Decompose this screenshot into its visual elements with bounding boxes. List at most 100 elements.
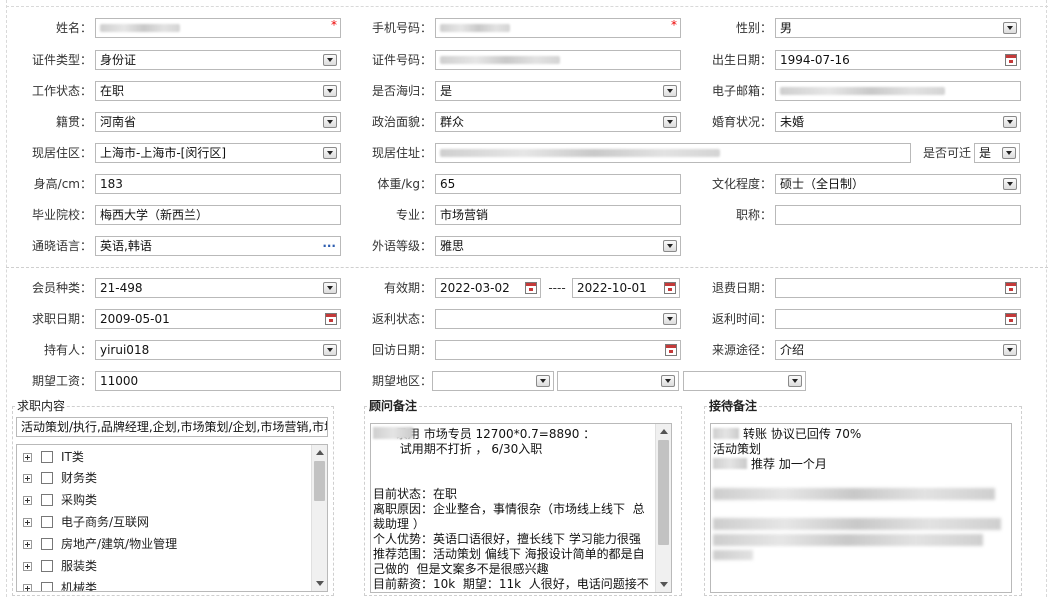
calendar-icon[interactable]: [1005, 54, 1017, 66]
email-field[interactable]: [775, 81, 1021, 101]
overseas-label: 是否海归：: [371, 84, 432, 98]
calendar-icon[interactable]: [664, 282, 676, 294]
chevron-down-icon[interactable]: [661, 375, 675, 387]
overseas-select[interactable]: 是: [435, 81, 681, 101]
calendar-icon[interactable]: [1005, 282, 1017, 294]
chevron-down-icon[interactable]: [663, 240, 677, 252]
source-select[interactable]: 介绍: [775, 340, 1021, 360]
height-field[interactable]: 183: [95, 174, 341, 194]
expand-icon[interactable]: [23, 584, 32, 591]
chevron-down-icon[interactable]: [323, 116, 337, 128]
chevron-down-icon[interactable]: [323, 344, 337, 356]
expand-icon[interactable]: [23, 562, 32, 571]
chevron-down-icon[interactable]: [1003, 178, 1017, 190]
political-select[interactable]: 群众: [435, 112, 681, 132]
expand-icon[interactable]: [23, 518, 32, 527]
id-number-field[interactable]: [435, 50, 681, 70]
id-type-select[interactable]: 身份证: [95, 50, 341, 70]
reception-line-1: 转账 协议已回传 70%: [743, 427, 862, 441]
scroll-down-icon[interactable]: [660, 582, 668, 587]
residence-area-select[interactable]: 上海市-上海市-[闵行区]: [95, 143, 341, 163]
job-content-summary[interactable]: 活动策划/执行,品牌经理,企划,市场策划/企划,市场营销,市场: [16, 417, 328, 437]
scroll-thumb[interactable]: [658, 440, 669, 545]
more-icon[interactable]: ···: [322, 237, 336, 255]
weight-field[interactable]: 65: [435, 174, 681, 194]
foreign-level-select[interactable]: 雅思: [435, 236, 681, 256]
political-label: 政治面貌：: [371, 115, 432, 129]
rebate-time-field[interactable]: [775, 309, 1021, 329]
expand-icon[interactable]: [23, 453, 32, 462]
residence-address-field[interactable]: [435, 143, 911, 163]
chevron-down-icon[interactable]: [1003, 344, 1017, 356]
name-field[interactable]: *: [95, 18, 341, 38]
consultant-notes-text: 录用 市场专员 12700*0.7=8890 ： 试用期不打折 ， 6/30入职…: [373, 427, 649, 591]
rebate-status-select[interactable]: [435, 309, 681, 329]
valid-period-label: 有效期：: [383, 281, 432, 295]
valid-to-field[interactable]: 2022-10-01: [572, 278, 680, 298]
checkbox[interactable]: [41, 560, 53, 572]
chevron-down-icon[interactable]: [323, 85, 337, 97]
chevron-down-icon[interactable]: [663, 116, 677, 128]
job-date-field[interactable]: 2009-05-01: [95, 309, 341, 329]
scroll-down-icon[interactable]: [316, 581, 324, 586]
job-category-tree[interactable]: IT类 财务类 采购类 电子商务/互联网 房地产/建筑/物业管理 服装类 机械类: [16, 444, 328, 592]
checkbox[interactable]: [41, 494, 53, 506]
region-district-select[interactable]: [683, 371, 806, 391]
region-province-select[interactable]: [432, 371, 554, 391]
gender-select[interactable]: 男: [775, 18, 1021, 38]
valid-from-field[interactable]: 2022-03-02: [435, 278, 541, 298]
chevron-down-icon[interactable]: [536, 375, 550, 387]
calendar-icon[interactable]: [665, 344, 677, 356]
expand-icon[interactable]: [23, 540, 32, 549]
checkbox[interactable]: [41, 472, 53, 484]
school-field[interactable]: 梅西大学（新西兰）: [95, 205, 341, 225]
scroll-thumb[interactable]: [314, 461, 325, 501]
foreign-level-label: 外语等级：: [371, 239, 432, 253]
native-place-select[interactable]: 河南省: [95, 112, 341, 132]
visit-date-field[interactable]: [435, 340, 681, 360]
chevron-down-icon[interactable]: [788, 375, 802, 387]
job-title-field[interactable]: [775, 205, 1021, 225]
birth-date-field[interactable]: 1994-07-16: [775, 50, 1021, 70]
chevron-down-icon[interactable]: [323, 147, 337, 159]
expand-icon[interactable]: [23, 474, 32, 483]
calendar-icon[interactable]: [325, 313, 337, 325]
relocate-select[interactable]: 是: [974, 143, 1020, 163]
salary-field[interactable]: 11000: [95, 371, 341, 391]
education-select[interactable]: 硕士（全日制）: [775, 174, 1021, 194]
chevron-down-icon[interactable]: [323, 54, 337, 66]
tree-scrollbar[interactable]: [311, 445, 327, 591]
chevron-down-icon[interactable]: [1003, 116, 1017, 128]
scroll-up-icon[interactable]: [316, 450, 324, 455]
holder-select[interactable]: yirui018: [95, 340, 341, 360]
redacted-text: [713, 550, 753, 560]
work-status-select[interactable]: 在职: [95, 81, 341, 101]
calendar-icon[interactable]: [1005, 313, 1017, 325]
chevron-down-icon[interactable]: [663, 85, 677, 97]
region-city-select[interactable]: [557, 371, 679, 391]
chevron-down-icon[interactable]: [1002, 147, 1016, 159]
chevron-down-icon[interactable]: [323, 282, 337, 294]
checkbox[interactable]: [41, 538, 53, 550]
consultant-notes-textarea[interactable]: 录用 市场专员 12700*0.7=8890 ： 试用期不打折 ， 6/30入职…: [370, 423, 672, 593]
redacted-text: [713, 534, 983, 546]
chevron-down-icon[interactable]: [1003, 22, 1017, 34]
marital-select[interactable]: 未婚: [775, 112, 1021, 132]
expand-icon[interactable]: [23, 496, 32, 505]
checkbox[interactable]: [41, 451, 53, 463]
weight-label: 体重/kg：: [377, 177, 432, 191]
checkbox[interactable]: [41, 582, 53, 591]
refund-date-field[interactable]: [775, 278, 1021, 298]
residence-address-label: 现居住址：: [371, 146, 432, 160]
scroll-up-icon[interactable]: [660, 429, 668, 434]
calendar-icon[interactable]: [525, 282, 537, 294]
checkbox[interactable]: [41, 516, 53, 528]
notes-scrollbar[interactable]: [655, 424, 671, 592]
reception-notes-textarea[interactable]: 转账 协议已回传 70% 活动策划 推荐 加一个月: [710, 423, 1012, 593]
redacted-text: [713, 488, 995, 500]
member-type-select[interactable]: 21-498: [95, 278, 341, 298]
major-field[interactable]: 市场营销: [435, 205, 681, 225]
phone-field[interactable]: *: [435, 18, 681, 38]
chevron-down-icon[interactable]: [663, 313, 677, 325]
language-field[interactable]: 英语,韩语 ···: [95, 236, 341, 256]
